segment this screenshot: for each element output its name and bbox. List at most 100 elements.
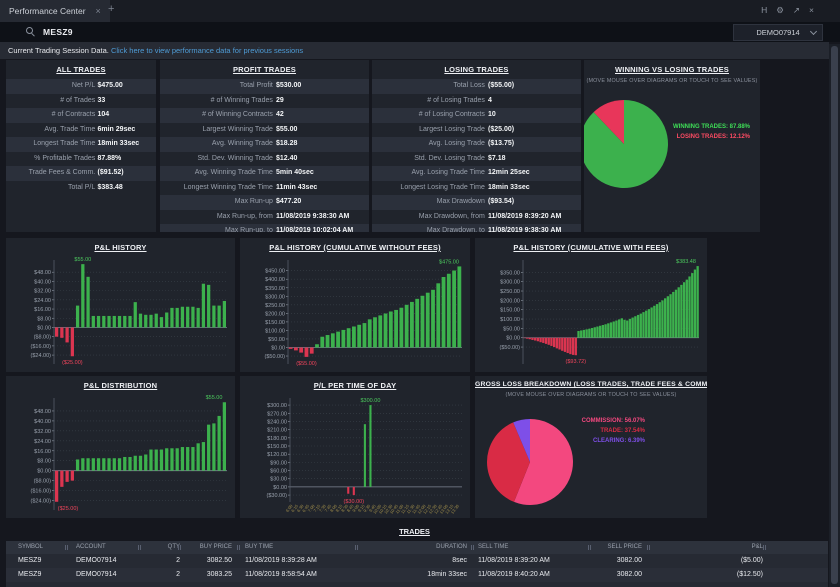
- svg-text:$50.00: $50.00: [503, 326, 520, 332]
- stat-row: Avg. Winning Trade Time5min 40sec: [160, 166, 369, 181]
- stat-value: ($91.52): [98, 166, 124, 181]
- stat-value: 104: [98, 108, 110, 123]
- table-row[interactable]: [6, 582, 828, 587]
- window-close-icon[interactable]: ×: [809, 4, 814, 16]
- sort-icon[interactable]: [588, 545, 591, 550]
- stat-value: $7.18: [488, 152, 506, 167]
- session-info-bar: Current Trading Session Data. Click here…: [0, 42, 829, 59]
- svg-text:$48.00: $48.00: [34, 409, 51, 415]
- svg-text:$40.00: $40.00: [34, 279, 51, 285]
- stat-label: Longest Winning Trade Time: [164, 181, 273, 196]
- stat-value: 5min 40sec: [276, 166, 314, 181]
- tab-close-icon[interactable]: ×: [96, 6, 101, 16]
- table-row[interactable]: MESZ9DEMO0791423083.2511/08/2019 8:58:54…: [6, 568, 828, 582]
- legend-entry: LOSING TRADES: 12.12%: [673, 132, 750, 142]
- stat-label: Avg. Winning Trade: [164, 137, 273, 152]
- pl-cumulative-nofees-chart[interactable]: $450.00$400.00$350.00$300.00$250.00$200.…: [240, 254, 470, 371]
- pl-time-of-day-chart[interactable]: $300.00$270.00$240.00$210.00$180.00$150.…: [240, 392, 470, 517]
- stat-label: Trade Fees & Comm.: [10, 166, 95, 181]
- panel-subtitle: (MOVE MOUSE OVER DIAGRAMS OR TOUCH TO SE…: [584, 78, 760, 84]
- sort-icon[interactable]: [65, 545, 68, 550]
- column-header: BUY PRICE: [200, 541, 232, 554]
- legend-entry: TRADE: 37.54%: [582, 426, 645, 436]
- profit-trades-panel: PROFIT TRADES Total Profit$530.00# of Wi…: [160, 60, 369, 232]
- sort-icon[interactable]: [647, 545, 650, 550]
- stat-row: Longest Trade Time18min 33sec: [6, 137, 156, 152]
- trades-section: TRADES SYMBOLACCOUNTQTYBUY PRICEBUY TIME…: [0, 524, 829, 587]
- previous-sessions-link[interactable]: Click here to view performance data for …: [111, 46, 303, 55]
- svg-text:($16.00): ($16.00): [31, 489, 52, 495]
- account-dropdown-value: DEMO07914: [756, 28, 799, 37]
- svg-text:$300.00: $300.00: [500, 280, 520, 286]
- stat-label: Max Run-up, to: [164, 224, 273, 232]
- stat-value: 12min 25sec: [488, 166, 530, 181]
- sort-icon[interactable]: [471, 545, 474, 550]
- pl-cumulative-fees-chart[interactable]: $350.00$300.00$250.00$200.00$150.00$100.…: [475, 254, 707, 371]
- stat-label: # of Winning Contracts: [164, 108, 273, 123]
- sort-icon[interactable]: [138, 545, 141, 550]
- buy-price-cell: 3083.25: [207, 568, 232, 582]
- stat-value: ($93.54): [488, 195, 514, 210]
- symbol-input[interactable]: MESZ9: [43, 27, 73, 37]
- scrollbar-thumb[interactable]: [831, 46, 838, 584]
- sort-icon[interactable]: [178, 545, 181, 550]
- stat-label: Total Profit: [164, 79, 273, 94]
- stat-row: Trade Fees & Comm.($91.52): [6, 166, 156, 181]
- svg-text:$150.00: $150.00: [500, 308, 520, 314]
- account-dropdown[interactable]: DEMO07914: [733, 24, 823, 41]
- stat-label: Avg. Losing Trade Time: [376, 166, 485, 181]
- pl-distribution-chart[interactable]: $48.00$40.00$32.00$24.00$16.00$8.00$0.00…: [6, 392, 235, 517]
- svg-text:$32.00: $32.00: [34, 429, 51, 435]
- column-header: DURATION: [436, 541, 467, 554]
- stat-value: 11/08/2019 10:02:04 AM: [276, 224, 353, 232]
- svg-text:$60.00: $60.00: [270, 469, 287, 475]
- stat-row: Avg. Losing Trade($13.75): [372, 137, 581, 152]
- symbol-cell: MESZ9: [18, 568, 41, 582]
- stat-row: Std. Dev. Losing Trade$7.18: [372, 152, 581, 167]
- stat-label: Max Run-up: [164, 195, 273, 210]
- buy-time-cell: 11/08/2019 8:39:28 AM: [245, 554, 317, 568]
- svg-text:$250.00: $250.00: [265, 303, 285, 309]
- svg-text:$30.00: $30.00: [270, 477, 287, 483]
- svg-text:$0.00: $0.00: [37, 325, 51, 331]
- table-row[interactable]: MESZ9DEMO0791423082.5011/08/2019 8:39:28…: [6, 554, 828, 568]
- column-header: SELL PRICE: [608, 541, 642, 554]
- stat-label: Max Drawdown, to: [376, 224, 485, 232]
- vertical-scrollbar[interactable]: [829, 44, 840, 587]
- stat-label: Total P/L: [10, 181, 95, 196]
- stat-row: Max Run-up$477.20: [160, 195, 369, 210]
- symbol-search-bar[interactable]: MESZ9 DEMO07914: [0, 22, 840, 42]
- gross-loss-breakdown-panel: GROSS LOSS BREAKDOWN (LOSS TRADES, TRADE…: [475, 376, 707, 518]
- stat-value: 10: [488, 108, 496, 123]
- settings-gear-icon[interactable]: ⚙: [776, 4, 784, 16]
- svg-text:$32.00: $32.00: [34, 289, 51, 295]
- popout-icon[interactable]: ↗: [793, 4, 800, 16]
- panel-title: WINNING VS LOSING TRADES: [584, 65, 760, 74]
- svg-text:$270.00: $270.00: [267, 411, 287, 417]
- stat-label: Max Drawdown: [376, 195, 485, 210]
- profit-trades-stats: Total Profit$530.00# of Winning Trades29…: [160, 79, 369, 232]
- tab-performance-center[interactable]: Performance Center ×: [0, 0, 110, 22]
- session-info-text: Current Trading Session Data.: [8, 46, 111, 55]
- chart-title: GROSS LOSS BREAKDOWN (LOSS TRADES, TRADE…: [475, 381, 707, 388]
- stat-row: Avg. Losing Trade Time12min 25sec: [372, 166, 581, 181]
- svg-text:$55.00: $55.00: [206, 395, 223, 401]
- sort-icon[interactable]: [763, 545, 766, 550]
- svg-text:$350.00: $350.00: [500, 270, 520, 276]
- stat-label: # of Trades: [10, 94, 95, 109]
- trades-table-header[interactable]: SYMBOLACCOUNTQTYBUY PRICEBUY TIMEDURATIO…: [6, 541, 828, 554]
- svg-text:$150.00: $150.00: [267, 444, 287, 450]
- stat-label: Max Run-up, from: [164, 210, 273, 225]
- sort-icon[interactable]: [237, 545, 240, 550]
- svg-text:$48.00: $48.00: [34, 270, 51, 276]
- pl-history-chart[interactable]: $48.00$40.00$32.00$24.00$16.00$8.00$0.00…: [6, 254, 235, 371]
- stat-row: # of Contracts104: [6, 108, 156, 123]
- svg-text:$180.00: $180.00: [267, 436, 287, 442]
- new-tab-button[interactable]: +: [108, 3, 114, 15]
- svg-text:($24.00): ($24.00): [31, 499, 52, 505]
- svg-text:$8.00: $8.00: [37, 316, 51, 322]
- svg-text:$200.00: $200.00: [265, 311, 285, 317]
- sort-icon[interactable]: [355, 545, 358, 550]
- winning-vs-losing-pie-chart[interactable]: [584, 96, 760, 226]
- help-icon[interactable]: H: [761, 4, 767, 16]
